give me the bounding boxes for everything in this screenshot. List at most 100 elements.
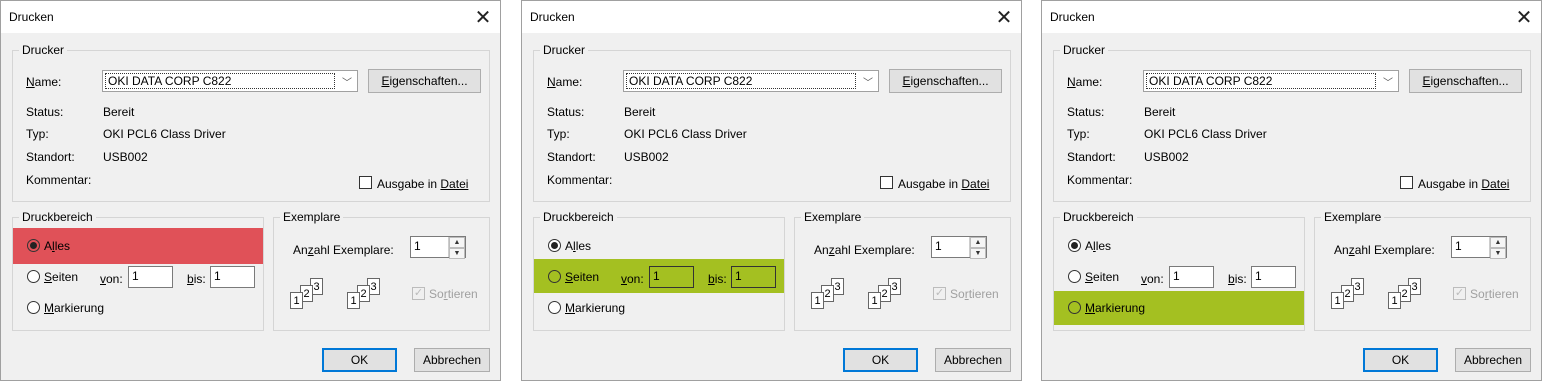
- printer-name-value: OKI DATA CORP C822: [105, 73, 335, 89]
- collate-checkbox[interactable]: ✓: [412, 287, 425, 300]
- cancel-button[interactable]: Abbrechen: [1455, 348, 1531, 372]
- print-to-file-label: Ausgabe in Datei: [377, 177, 468, 191]
- to-input[interactable]: 1: [1251, 266, 1296, 288]
- status-value: Bereit: [624, 105, 656, 119]
- radio-all-label: Alles: [1085, 239, 1111, 253]
- type-label: Typ:: [1067, 127, 1090, 141]
- name-label-mnemonic: N: [547, 75, 556, 89]
- spin-up-icon[interactable]: ▲: [449, 237, 465, 248]
- ok-button[interactable]: OK: [322, 348, 397, 372]
- cancel-button[interactable]: Abbrechen: [414, 348, 490, 372]
- type-value: OKI PCL6 Class Driver: [1144, 127, 1267, 141]
- copies-spinner[interactable]: ▲ ▼: [1489, 237, 1506, 259]
- spin-down-icon[interactable]: ▼: [449, 248, 465, 259]
- name-label: Name:: [26, 75, 61, 89]
- radio-selection[interactable]: [1068, 301, 1081, 314]
- radio-all[interactable]: [27, 239, 40, 252]
- print-to-file-prefix: Ausgabe in: [1418, 177, 1482, 191]
- radio-pages[interactable]: [1068, 270, 1081, 283]
- properties-mnemonic: E: [381, 74, 390, 88]
- radio-pages[interactable]: [548, 270, 561, 283]
- spin-up-icon[interactable]: ▲: [1490, 237, 1506, 248]
- dialog-title: Drucken: [530, 10, 575, 24]
- collate-label: Sortieren: [429, 287, 478, 301]
- title-bar: Drucken ✕: [522, 1, 1021, 33]
- radio-all[interactable]: [548, 239, 561, 252]
- radio-selection[interactable]: [548, 301, 561, 314]
- comment-label: Kommentar:: [1067, 173, 1133, 187]
- copies-count-prefix: An: [814, 243, 829, 257]
- collate-label: Sortieren: [950, 287, 999, 301]
- to-input[interactable]: 1: [731, 266, 776, 288]
- to-label: bis:: [708, 272, 727, 286]
- comment-label: Kommentar:: [26, 173, 92, 187]
- print-to-file-checkbox[interactable]: [880, 176, 893, 189]
- print-to-file-mnemonic: Datei: [440, 177, 469, 191]
- copies-count-input[interactable]: 1 ▲ ▼: [410, 236, 466, 259]
- properties-button-rest: igenschaften...: [910, 74, 989, 88]
- print-dialog-2: Drucken ✕ Drucker Name: OKI DATA CORP C8…: [521, 0, 1022, 381]
- print-to-file-checkbox[interactable]: [1400, 176, 1413, 189]
- radio-selection[interactable]: [27, 301, 40, 314]
- copies-count-prefix: An: [1334, 243, 1349, 257]
- dialog-title: Drucken: [9, 10, 54, 24]
- page-1-icon: 1: [868, 292, 881, 309]
- close-icon[interactable]: ✕: [1507, 1, 1541, 33]
- radio-pages[interactable]: [27, 270, 40, 283]
- to-label: bis:: [1228, 272, 1247, 286]
- collate-checkbox[interactable]: ✓: [933, 287, 946, 300]
- from-input[interactable]: 1: [649, 266, 694, 288]
- from-input[interactable]: 1: [128, 266, 173, 288]
- printer-name-select[interactable]: OKI DATA CORP C822 ﹀: [102, 70, 358, 92]
- print-to-file-mnemonic: Datei: [1481, 177, 1510, 191]
- radio-all-label: Alles: [565, 239, 591, 253]
- radio-all[interactable]: [1068, 239, 1081, 252]
- name-label-mnemonic: N: [1067, 75, 1076, 89]
- properties-button-rest: igenschaften...: [1430, 74, 1509, 88]
- copies-count-value: 1: [1455, 239, 1462, 253]
- chevron-down-icon[interactable]: ﹀: [1378, 71, 1398, 91]
- name-label-rest: ame:: [1075, 75, 1103, 89]
- close-icon[interactable]: ✕: [466, 1, 500, 33]
- spin-up-icon[interactable]: ▲: [970, 237, 986, 248]
- print-to-file-checkbox[interactable]: [359, 176, 372, 189]
- ok-button[interactable]: OK: [1363, 348, 1438, 372]
- copies-count-rest: ahl Exemplare:: [834, 243, 915, 257]
- page-1-icon: 1: [811, 292, 824, 309]
- copies-count-input[interactable]: 1 ▲ ▼: [1451, 236, 1507, 259]
- radio-pages-rest: eiten: [573, 270, 600, 284]
- comment-label: Kommentar:: [547, 173, 613, 187]
- chevron-down-icon[interactable]: ﹀: [858, 71, 878, 91]
- spin-down-icon[interactable]: ▼: [1490, 248, 1506, 259]
- copies-spinner[interactable]: ▲ ▼: [448, 237, 465, 259]
- cancel-button[interactable]: Abbrechen: [935, 348, 1011, 372]
- copies-count-input[interactable]: 1 ▲ ▼: [931, 236, 987, 259]
- name-label: Name:: [1067, 75, 1102, 89]
- printer-name-select[interactable]: OKI DATA CORP C822 ﹀: [1143, 70, 1399, 92]
- collate-pages-icon-2: 3 2 1: [1386, 278, 1426, 312]
- from-input[interactable]: 1: [1169, 266, 1214, 288]
- chevron-down-icon[interactable]: ﹀: [337, 71, 357, 91]
- printer-name-select[interactable]: OKI DATA CORP C822 ﹀: [623, 70, 879, 92]
- properties-button[interactable]: Eigenschaften...: [1409, 69, 1522, 93]
- print-dialog-3: Drucken ✕ Drucker Name: OKI DATA CORP C8…: [1041, 0, 1542, 381]
- name-label-mnemonic: N: [26, 75, 35, 89]
- printer-group-label: Drucker: [19, 43, 68, 57]
- radio-selection-mnemonic: M: [1085, 301, 1095, 315]
- collate-checkbox[interactable]: ✓: [1453, 287, 1466, 300]
- properties-button[interactable]: Eigenschaften...: [368, 69, 481, 93]
- radio-pages-label: Seiten: [565, 270, 599, 284]
- location-value: USB002: [1144, 150, 1189, 164]
- from-label: von:: [100, 272, 123, 286]
- spin-down-icon[interactable]: ▼: [970, 248, 986, 259]
- close-icon[interactable]: ✕: [987, 1, 1021, 33]
- copies-group: Exemplare: [1314, 210, 1531, 331]
- name-label: Name:: [547, 75, 582, 89]
- radio-selection-mnemonic: M: [565, 301, 575, 315]
- copies-spinner[interactable]: ▲ ▼: [969, 237, 986, 259]
- copies-count-rest: ahl Exemplare:: [313, 243, 394, 257]
- properties-button[interactable]: Eigenschaften...: [889, 69, 1002, 93]
- ok-button[interactable]: OK: [843, 348, 918, 372]
- radio-all-first: A: [1085, 239, 1094, 253]
- to-input[interactable]: 1: [210, 266, 255, 288]
